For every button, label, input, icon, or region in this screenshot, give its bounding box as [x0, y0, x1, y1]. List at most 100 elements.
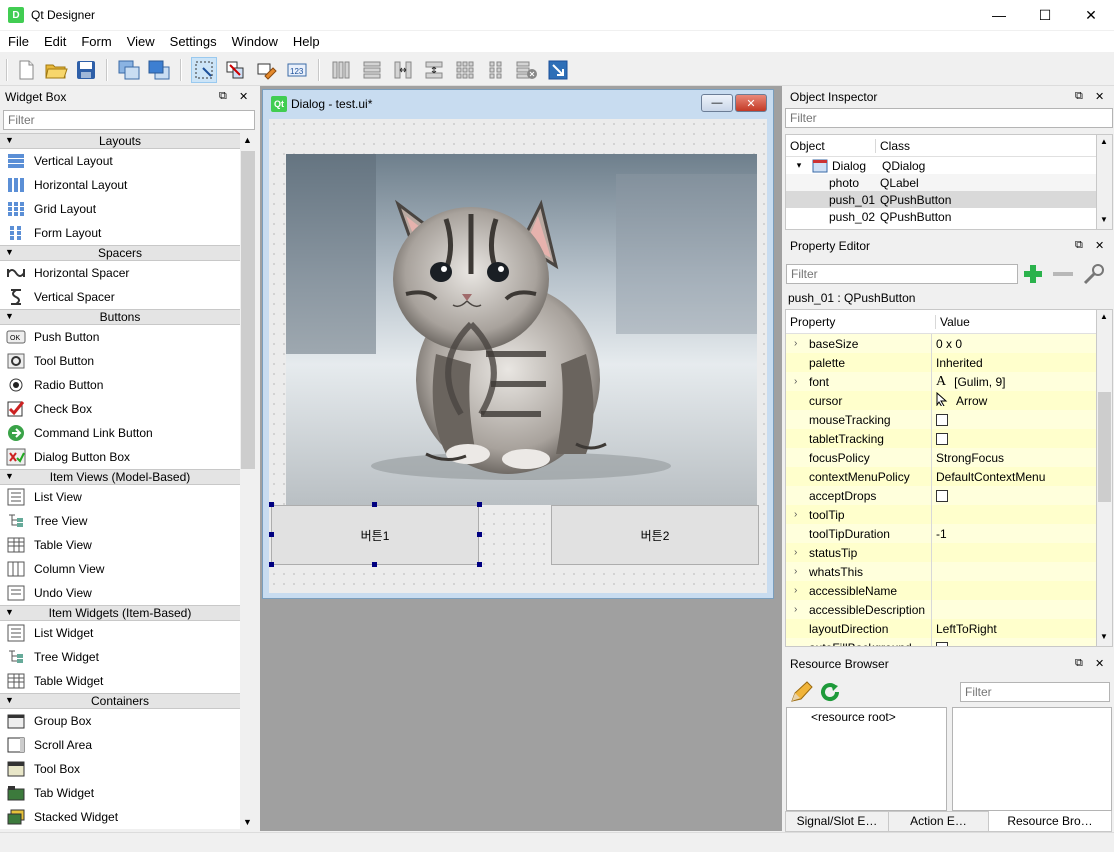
- widget-item-stacked-widget[interactable]: Stacked Widget: [0, 805, 240, 829]
- widget-item-check-box[interactable]: Check Box: [0, 397, 240, 421]
- category-buttons[interactable]: ▼ Buttons: [0, 309, 240, 325]
- expand-arrow-icon[interactable]: ›: [794, 338, 797, 349]
- widget-item-column-view[interactable]: Column View: [0, 557, 240, 581]
- vertical-splitter-button[interactable]: [421, 57, 447, 83]
- widget-item-list-view[interactable]: List View: [0, 485, 240, 509]
- scroll-down-arrow-icon[interactable]: ▼: [1100, 215, 1108, 224]
- collapse-arrow-icon[interactable]: ▼: [5, 311, 14, 321]
- collapse-arrow-icon[interactable]: ▼: [5, 607, 14, 617]
- property-checkbox[interactable]: [936, 432, 948, 445]
- property-row-tooltipduration[interactable]: toolTipDuration -1: [786, 524, 1096, 543]
- widget-item-grid-layout[interactable]: Grid Layout: [0, 197, 240, 221]
- new-form-button[interactable]: [13, 57, 39, 83]
- widget-box-filter-input[interactable]: [3, 110, 255, 130]
- maximize-button[interactable]: ☐: [1022, 0, 1068, 30]
- selection-handle[interactable]: [477, 532, 482, 537]
- tree-row-selected[interactable]: push_01 QPushButton: [786, 191, 1096, 208]
- menu-settings[interactable]: Settings: [162, 34, 224, 49]
- collapse-arrow-icon[interactable]: ▼: [5, 471, 14, 481]
- send-to-back-button[interactable]: [116, 57, 142, 83]
- property-row-tablettracking[interactable]: tabletTracking: [786, 429, 1096, 448]
- edit-widgets-button[interactable]: [191, 57, 217, 83]
- grid-layout-button[interactable]: [452, 57, 478, 83]
- float-icon[interactable]: ⧉: [1075, 90, 1083, 103]
- category-item-widgets-item-based[interactable]: ▼ Item Widgets (Item-Based): [0, 605, 240, 621]
- kitten-photo[interactable]: [286, 154, 757, 505]
- close-button[interactable]: ✕: [1068, 0, 1114, 30]
- form-canvas[interactable]: 버튼1 버튼2: [269, 119, 767, 593]
- tree-row[interactable]: push_02 QPushButton: [786, 208, 1096, 225]
- close-icon[interactable]: ✕: [239, 90, 248, 103]
- category-layouts[interactable]: ▼ Layouts: [0, 133, 240, 149]
- widget-item-form-layout[interactable]: Form Layout: [0, 221, 240, 245]
- property-row-accessibledescription[interactable]: › accessibleDescription: [786, 600, 1096, 619]
- property-checkbox[interactable]: [936, 489, 948, 502]
- edit-signals-slots-button[interactable]: [222, 57, 248, 83]
- property-checkbox[interactable]: [936, 413, 948, 426]
- menu-file[interactable]: File: [0, 34, 36, 49]
- bring-to-front-button[interactable]: [146, 57, 172, 83]
- selection-handle[interactable]: [372, 562, 377, 567]
- scroll-down-arrow-icon[interactable]: ▼: [1100, 632, 1108, 641]
- tab-action-editor[interactable]: Action E…: [889, 811, 989, 832]
- tab-resource-browser[interactable]: Resource Bro…: [989, 811, 1112, 832]
- widget-item-push-button[interactable]: OK Push Button: [0, 325, 240, 349]
- dialog-window[interactable]: Qt Dialog - test.ui* — ✕ 버튼1 버튼2: [262, 89, 774, 599]
- widget-item-table-view[interactable]: Table View: [0, 533, 240, 557]
- form-layout-button[interactable]: [483, 57, 509, 83]
- widget-item-scroll-area[interactable]: Scroll Area: [0, 733, 240, 757]
- widget-item-tree-view[interactable]: Tree View: [0, 509, 240, 533]
- property-filter-input[interactable]: [786, 264, 1018, 284]
- selection-handle[interactable]: [269, 532, 274, 537]
- expand-arrow-icon[interactable]: ›: [794, 509, 797, 520]
- expand-arrow-icon[interactable]: ›: [794, 604, 797, 615]
- widget-item-command-link-button[interactable]: Command Link Button: [0, 421, 240, 445]
- expand-arrow-icon[interactable]: ›: [794, 585, 797, 596]
- category-spacers[interactable]: ▼ Spacers: [0, 245, 240, 261]
- close-icon[interactable]: ✕: [1095, 239, 1104, 252]
- minimize-button[interactable]: —: [976, 0, 1022, 30]
- configure-button[interactable]: [1081, 263, 1107, 285]
- widget-item-vertical-spacer[interactable]: Vertical Spacer: [0, 285, 240, 309]
- property-row-basesize[interactable]: › baseSize 0 x 0: [786, 334, 1096, 353]
- property-row-autofillbackground[interactable]: autoFillBackground: [786, 638, 1096, 646]
- break-layout-button[interactable]: [514, 57, 540, 83]
- push-02-button[interactable]: 버튼2: [551, 505, 759, 565]
- tree-row[interactable]: photo QLabel: [786, 174, 1096, 191]
- widget-item-table-widget[interactable]: Table Widget: [0, 669, 240, 693]
- column-class-header[interactable]: Class: [876, 139, 910, 153]
- category-item-views-model-based[interactable]: ▼ Item Views (Model-Based): [0, 469, 240, 485]
- property-row-cursor[interactable]: cursor Arrow: [786, 391, 1096, 410]
- expand-arrow-icon[interactable]: ›: [794, 566, 797, 577]
- property-row-layoutdirection[interactable]: layoutDirection LeftToRight: [786, 619, 1096, 638]
- menu-window[interactable]: Window: [224, 34, 285, 49]
- widget-item-group-box[interactable]: Group Box: [0, 709, 240, 733]
- menu-form[interactable]: Form: [73, 34, 118, 49]
- widget-item-tool-button[interactable]: Tool Button: [0, 349, 240, 373]
- collapse-arrow-icon[interactable]: ▼: [5, 247, 14, 257]
- close-icon[interactable]: ✕: [1095, 657, 1104, 670]
- tab-signal-slot-editor[interactable]: Signal/Slot E…: [785, 811, 889, 832]
- scroll-down-arrow-icon[interactable]: ▼: [243, 817, 252, 827]
- collapse-arrow-icon[interactable]: ▼: [5, 695, 14, 705]
- dialog-close-button[interactable]: ✕: [735, 94, 767, 112]
- property-row-palette[interactable]: palette Inherited: [786, 353, 1096, 372]
- column-object-header[interactable]: Object: [786, 138, 876, 153]
- property-row-focuspolicy[interactable]: focusPolicy StrongFocus: [786, 448, 1096, 467]
- widget-item-horizontal-spacer[interactable]: Horizontal Spacer: [0, 261, 240, 285]
- resource-root-item[interactable]: <resource root>: [787, 708, 946, 724]
- menu-help[interactable]: Help: [285, 34, 327, 49]
- close-icon[interactable]: ✕: [1095, 90, 1104, 103]
- object-inspector-filter-input[interactable]: [785, 108, 1113, 128]
- edit-resources-button[interactable]: [789, 680, 813, 704]
- object-tree-scrollbar[interactable]: ▲ ▼: [1097, 134, 1113, 230]
- add-dynamic-property-button[interactable]: [1021, 263, 1045, 285]
- property-row-contextmenupolicy[interactable]: contextMenuPolicy DefaultContextMenu: [786, 467, 1096, 486]
- selection-handle[interactable]: [372, 502, 377, 507]
- widget-item-tree-widget[interactable]: Tree Widget: [0, 645, 240, 669]
- property-row-mousetracking[interactable]: mouseTracking: [786, 410, 1096, 429]
- adjust-size-button[interactable]: [545, 57, 571, 83]
- widget-item-horizontal-layout[interactable]: Horizontal Layout: [0, 173, 240, 197]
- dialog-minimize-button[interactable]: —: [701, 94, 733, 112]
- property-scrollbar[interactable]: ▲ ▼: [1097, 309, 1113, 647]
